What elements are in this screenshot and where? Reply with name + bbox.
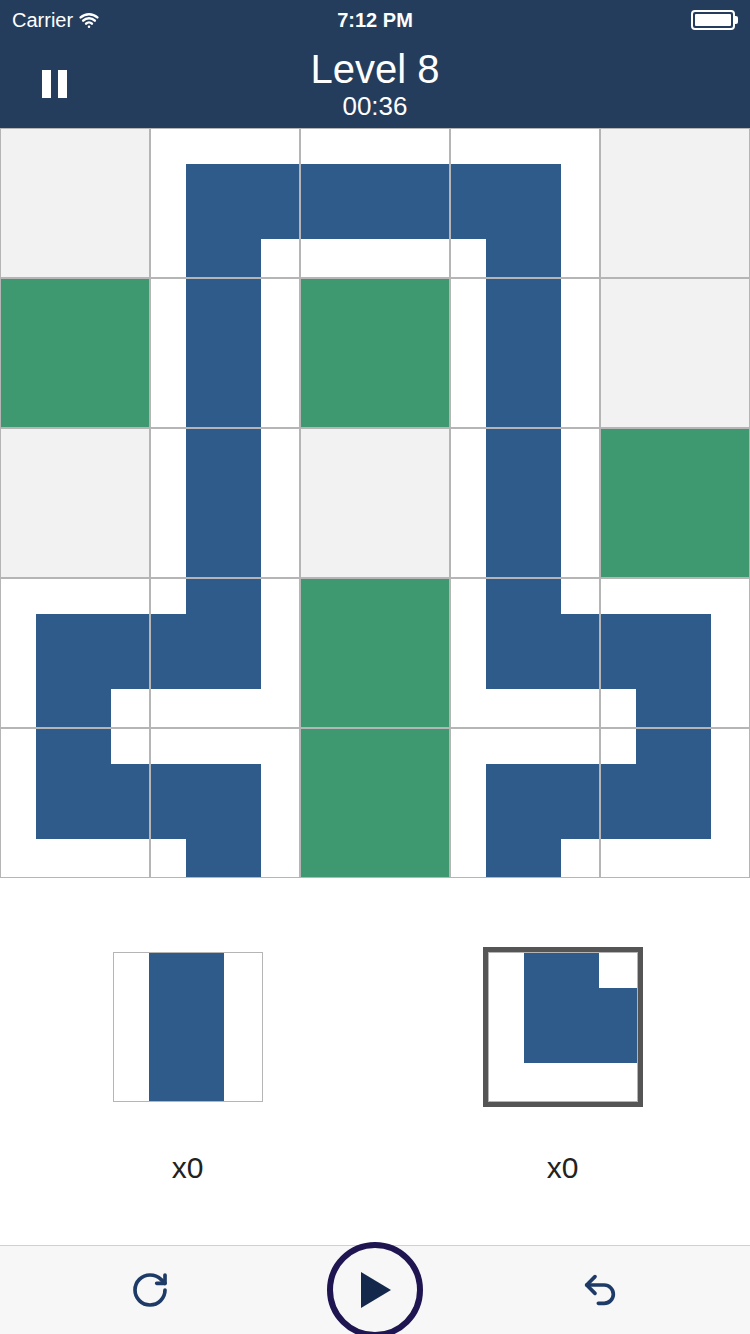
- pipe-tile-icon: [150, 428, 300, 578]
- board-cell[interactable]: [0, 578, 150, 728]
- empty-cell[interactable]: [600, 128, 750, 278]
- board-cell[interactable]: [600, 728, 750, 878]
- empty-cell[interactable]: [0, 428, 150, 578]
- board: [0, 128, 750, 878]
- pipe-tile-icon: [300, 128, 450, 278]
- empty-cell[interactable]: [600, 278, 750, 428]
- pause-button[interactable]: [38, 66, 71, 102]
- block-cell[interactable]: [300, 278, 450, 428]
- pipe-tile-icon: [450, 428, 600, 578]
- board-cell[interactable]: [150, 428, 300, 578]
- wifi-icon: [79, 10, 99, 30]
- palette: x0 x0: [0, 878, 750, 1245]
- board-cell[interactable]: [450, 578, 600, 728]
- play-icon: [357, 1270, 393, 1310]
- board-cell[interactable]: [450, 728, 600, 878]
- timer: 00:36: [342, 91, 407, 121]
- board-cell[interactable]: [150, 578, 300, 728]
- palette-count: x0: [547, 1145, 579, 1190]
- block-cell[interactable]: [600, 428, 750, 578]
- board-cell[interactable]: [150, 728, 300, 878]
- block-cell[interactable]: [300, 578, 450, 728]
- board-cell[interactable]: [450, 128, 600, 278]
- battery-icon: [691, 10, 738, 30]
- pipe-tile-icon: [450, 128, 600, 278]
- board-cell[interactable]: [150, 128, 300, 278]
- app: Carrier 7:12 PM Level 800:36 x0 x0: [0, 0, 750, 1334]
- pipe-tile-icon: [150, 128, 300, 278]
- play-button[interactable]: [327, 1242, 423, 1334]
- palette-pipe-icon: [113, 952, 263, 1102]
- empty-cell[interactable]: [0, 128, 150, 278]
- palette-count: x0: [172, 1145, 204, 1190]
- pipe-tile-icon: [150, 578, 300, 728]
- carrier-label: Carrier: [12, 5, 73, 35]
- palette-tile[interactable]: [108, 947, 268, 1107]
- pipe-tile-icon: [0, 728, 150, 878]
- restart-icon: [130, 1270, 170, 1310]
- level-title: Level 8: [311, 47, 440, 91]
- pipe-tile-icon: [450, 278, 600, 428]
- undo-button[interactable]: [576, 1266, 624, 1314]
- block-cell[interactable]: [0, 278, 150, 428]
- board-cell[interactable]: [0, 728, 150, 878]
- status-bar: Carrier 7:12 PM: [0, 0, 750, 40]
- pipe-tile-icon: [150, 728, 300, 878]
- board-cell[interactable]: [450, 428, 600, 578]
- pipe-tile-icon: [450, 728, 600, 878]
- pipe-tile-icon: [150, 278, 300, 428]
- header: Carrier 7:12 PM Level 800:36: [0, 0, 750, 128]
- undo-icon: [580, 1270, 620, 1310]
- palette-pipe-icon: [488, 952, 638, 1102]
- pipe-tile-icon: [600, 578, 750, 728]
- restart-button[interactable]: [126, 1266, 174, 1314]
- pipe-tile-icon: [600, 728, 750, 878]
- empty-cell[interactable]: [300, 428, 450, 578]
- board-cell[interactable]: [600, 578, 750, 728]
- block-cell[interactable]: [300, 728, 450, 878]
- toolbar: [0, 1245, 750, 1334]
- palette-tile[interactable]: [483, 947, 643, 1107]
- board-cell[interactable]: [450, 278, 600, 428]
- board-cell[interactable]: [300, 128, 450, 278]
- pipe-tile-icon: [450, 578, 600, 728]
- pipe-tile-icon: [0, 578, 150, 728]
- clock: 7:12 PM: [337, 5, 413, 35]
- pause-icon: [42, 70, 67, 98]
- board-cell[interactable]: [150, 278, 300, 428]
